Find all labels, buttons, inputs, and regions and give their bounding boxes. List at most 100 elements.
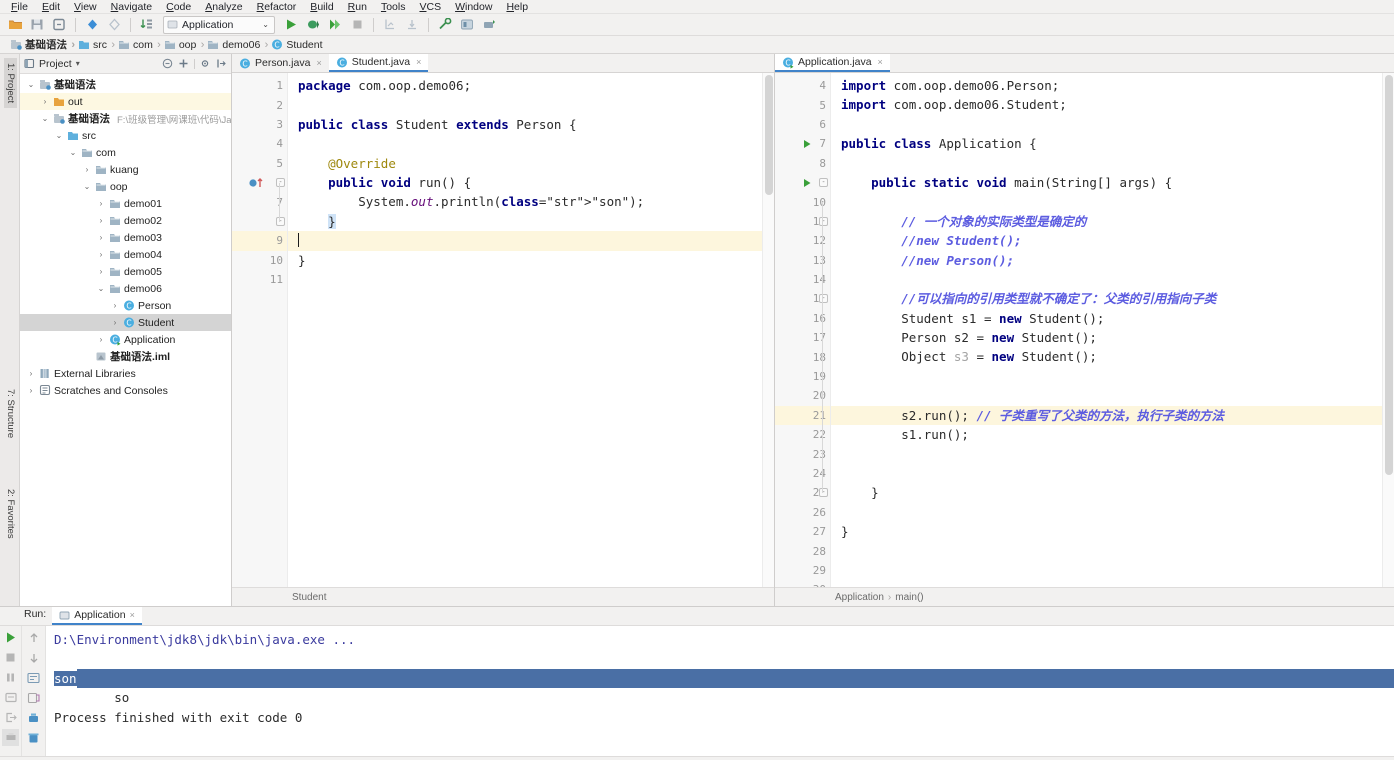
sync-icon[interactable] [49,16,69,34]
tree-node-e05[interactable]: › demo05 [20,263,231,280]
chevron-right-icon[interactable]: › [82,165,92,174]
chevron-right-icon[interactable]: ⌄ [26,80,36,89]
gutter-line-11[interactable]: 11 [232,270,287,289]
run-tab-application[interactable]: Application × [52,607,142,625]
chevron-right-icon[interactable]: › [96,233,106,242]
code-area-right[interactable]: 4567891011121314151617181920212223242526… [775,73,1394,587]
menu-item-navigate[interactable]: Navigate [104,0,159,14]
collapse-all-icon[interactable] [162,58,173,69]
fold-marker[interactable]: - [819,216,828,226]
code-line-20[interactable] [831,386,1382,405]
editor-tab-student[interactable]: C Student.java × [328,54,429,72]
fold-marker[interactable]: - [819,178,828,187]
expand-all-icon[interactable] [178,58,189,69]
sdk-button[interactable] [457,16,477,34]
tree-node-[interactable]: ⌄ src [20,127,231,144]
fold-marker[interactable]: - [819,294,828,304]
code-line-19[interactable] [831,367,1382,386]
gutter-line-27[interactable]: 27 [775,522,830,541]
code-line-30[interactable] [831,580,1382,587]
code-line-6[interactable]: public void run() { [288,173,762,192]
chevron-right-icon[interactable]: ⌄ [82,182,92,191]
menu-item-view[interactable]: View [67,0,104,14]
code-line-7[interactable]: System.out.println(class="str">"son"); [288,192,762,211]
code-line-23[interactable] [831,444,1382,463]
code-line-6[interactable] [831,115,1382,134]
gutter-line-2[interactable]: 2 [232,95,287,114]
code-text-right[interactable]: import com.oop.demo06.Person; import com.… [831,73,1382,587]
menu-item-run[interactable]: Run [341,0,374,14]
code-line-10[interactable]: } [288,251,762,270]
fold-marker[interactable]: - [819,488,828,498]
gutter-line-29[interactable]: 29 [775,561,830,580]
code-line-29[interactable] [831,561,1382,580]
build-button[interactable] [435,16,455,34]
menu-item-help[interactable]: Help [499,0,535,14]
gutter-right[interactable]: 4567891011121314151617181920212223242526… [775,73,831,587]
tree-node-SaeaCe[interactable]: › Scratches and Consoles [20,382,231,399]
chevron-right-icon[interactable]: › [110,318,120,327]
code-line-12[interactable]: //new Student(); [831,231,1382,250]
print-icon[interactable] [2,729,19,746]
code-line-5[interactable]: @Override [288,154,762,173]
breadcrumb-item-4[interactable]: demo06 [203,37,268,53]
code-line-8[interactable]: } [288,212,762,231]
gutter-line-5[interactable]: 5 [775,95,830,114]
menu-item-build[interactable]: Build [303,0,340,14]
breadcrumb-item-1[interactable]: src [74,37,115,53]
gutter-line-6[interactable]: 6 [775,115,830,134]
menu-item-window[interactable]: Window [448,0,499,14]
scrollbar-thumb[interactable] [765,75,773,195]
menu-item-edit[interactable]: Edit [35,0,67,14]
gutter-line-4[interactable]: 4 [232,134,287,153]
console-output[interactable]: D:\Environment\jdk8\jdk\bin\java.exe ...… [46,626,1394,756]
run-button[interactable] [281,16,301,34]
run-method-gutter-icon[interactable] [802,178,812,188]
dump-threads-icon[interactable] [2,689,19,706]
menu-item-refactor[interactable]: Refactor [250,0,304,14]
tree-node-e06[interactable]: ⌄ demo06 [20,280,231,297]
tree-node-[interactable]: ⌄ 基础语法 F:\班级管理\网课班\代码\Ja [20,110,231,127]
code-line-2[interactable] [288,95,762,114]
fold-marker[interactable]: - [276,178,285,187]
run-configuration-selector[interactable]: Application ⌄ [163,15,275,34]
code-line-11[interactable] [288,270,762,289]
stop-button[interactable] [347,16,367,34]
tool-window-tab-favorites[interactable]: 2: Favorites [4,484,17,544]
code-line-25[interactable]: } [831,483,1382,502]
code-line-11[interactable]: // 一个对象的实际类型是确定的 [831,212,1382,231]
back-icon[interactable] [82,16,102,34]
fold-marker[interactable]: - [276,216,285,226]
chevron-right-icon[interactable]: ⌄ [54,131,64,140]
code-line-13[interactable]: //new Person(); [831,251,1382,270]
chevron-right-icon[interactable]: › [96,335,106,344]
code-line-14[interactable] [831,270,1382,289]
project-chevron-icon[interactable]: ▾ [76,59,80,68]
close-icon[interactable]: × [416,57,421,67]
gutter-line-1[interactable]: 1 [232,76,287,95]
code-line-1[interactable]: package com.oop.demo06; [288,76,762,95]
scroll-down-icon[interactable] [25,649,42,666]
code-line-9[interactable]: public static void main(String[] args) { [831,173,1382,192]
gutter-line-30[interactable]: 30 [775,580,830,587]
close-icon[interactable]: × [316,58,321,68]
code-area-left[interactable]: 1234567891011-- package com.oop.demo06; … [232,73,774,587]
tool-window-tab-project[interactable]: 1: Project [4,58,17,109]
tree-node-[interactable]: ⌄ oop [20,178,231,195]
debug-button[interactable] [303,16,323,34]
tree-node-e03[interactable]: › demo03 [20,229,231,246]
chevron-right-icon[interactable]: › [96,267,106,276]
editor-breadcrumb-item[interactable]: Student [292,592,326,603]
gutter-line-28[interactable]: 28 [775,541,830,560]
code-line-15[interactable]: //可以指向的引用类型就不确定了：父类的引用指向子类 [831,289,1382,308]
pause-icon[interactable] [2,669,19,686]
chevron-right-icon[interactable]: › [96,199,106,208]
code-line-27[interactable]: } [831,522,1382,541]
chevron-right-icon[interactable]: › [110,301,120,310]
stop-icon[interactable] [2,649,19,666]
override-method-icon[interactable] [248,176,266,189]
breadcrumb-item-5[interactable]: C Student [267,37,329,53]
attach-button[interactable] [402,16,422,34]
tree-node-Pe[interactable]: › C Person [20,297,231,314]
gutter-line-5[interactable]: 5 [232,154,287,173]
